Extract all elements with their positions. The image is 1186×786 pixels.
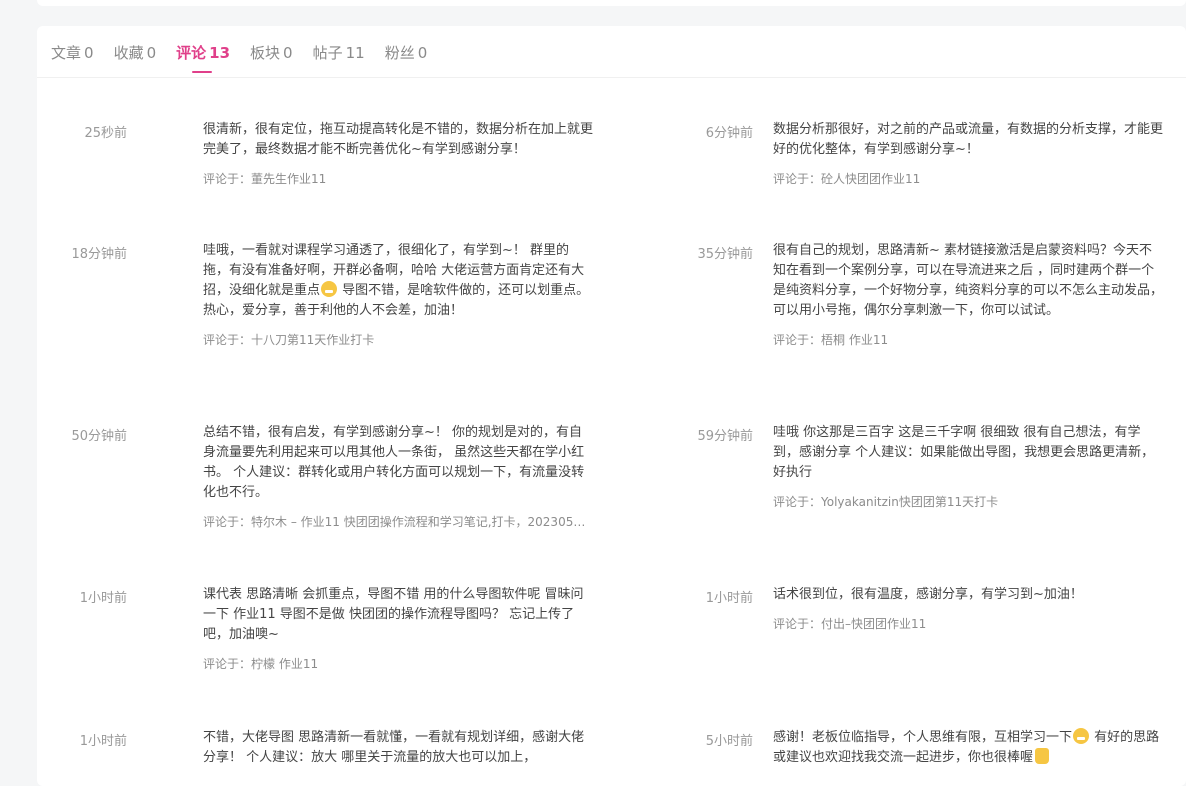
tab-count: 0 bbox=[84, 44, 94, 62]
comment-body: 很清新，很有定位，拖互动提高转化是不错的，数据分析在加上就更完美了，最终数据才能… bbox=[203, 120, 593, 187]
comment-body: 感谢！老板位临指导，个人思维有限，互相学习一下 有好的思路或建议也欢迎找我交流一… bbox=[773, 728, 1163, 768]
comment-target-link[interactable]: 评论于：特尔木 – 作业11 快团团操作流程和学习笔记,打卡，202305… bbox=[203, 513, 588, 530]
tab-comments[interactable]: 评论 13 bbox=[176, 42, 230, 73]
tab-count: 11 bbox=[345, 44, 365, 62]
tab-label: 粉丝 bbox=[384, 44, 415, 62]
comment-text: 很清新，很有定位，拖互动提高转化是不错的，数据分析在加上就更完美了，最终数据才能… bbox=[203, 122, 594, 157]
tab-fans[interactable]: 粉丝 0 bbox=[385, 42, 428, 73]
comment-text: 不错，大佬导图 思路清新一看就懂，一看就有规划详细，感谢大佬分享！ 个人建议：放… bbox=[203, 730, 585, 765]
comment-target-link[interactable]: 评论于：十八刀第11天作业打卡 bbox=[203, 331, 588, 348]
comment-text: 总结不错，很有启发，有学到感谢分享~！ 你的规划是对的，有自身流量要先利用起来可… bbox=[203, 425, 585, 500]
comment-body: 很有自己的规划，思路清新~ 素材链接激活是启蒙资料吗？今天不知在看到一个案例分享… bbox=[773, 241, 1163, 348]
comment-text: 哇哦 你这那是三百字 这是三千字啊 很细致 很有自己想法，有学到，感谢分享 个人… bbox=[773, 425, 1155, 480]
tab-count: 0 bbox=[146, 44, 157, 62]
comment-time: 25秒前 bbox=[84, 126, 127, 141]
comment-time: 59分钟前 bbox=[697, 429, 753, 444]
grin-emoji-icon bbox=[321, 281, 338, 297]
tabs-divider bbox=[37, 77, 1186, 78]
comment-body: 总结不错，很有启发，有学到感谢分享~！ 你的规划是对的，有自身流量要先利用起来可… bbox=[203, 423, 593, 530]
tab-count: 13 bbox=[209, 44, 231, 62]
tab-label: 板块 bbox=[250, 44, 281, 62]
tab-label: 收藏 bbox=[113, 44, 144, 62]
tab-favorites[interactable]: 收藏 0 bbox=[114, 42, 157, 73]
comment-time: 35分钟前 bbox=[697, 247, 753, 262]
thumbs-up-icon bbox=[1035, 748, 1050, 764]
comment-target-link[interactable]: 评论于：Yolyakanitzin快团团第11天打卡 bbox=[773, 493, 1158, 510]
comment-text-part: 感谢！老板位临指导，个人思维有限，互相学习一下 bbox=[773, 730, 1073, 745]
comment-time: 50分钟前 bbox=[71, 429, 127, 444]
comment-body: 话术很到位，很有温度，感谢分享，有学习到~加油！ 评论于：付出–快团团作业11 bbox=[773, 585, 1163, 632]
comment-time: 1小时前 bbox=[79, 734, 127, 749]
profile-tabs: 文章 0 收藏 0 评论 13 板块 0 帖子 11 粉丝 0 bbox=[51, 42, 447, 73]
tab-boards[interactable]: 板块 0 bbox=[250, 42, 293, 73]
comment-text: 感谢！老板位临指导，个人思维有限，互相学习一下 有好的思路或建议也欢迎找我交流一… bbox=[773, 728, 1163, 768]
comment-time: 5小时前 bbox=[705, 734, 753, 749]
comment-target-link[interactable]: 评论于：董先生作业11 bbox=[203, 170, 588, 187]
comment-text: 话术很到位，很有温度，感谢分享，有学习到~加油！ bbox=[773, 587, 1083, 602]
comment-text: 课代表 思路清晰 会抓重点，导图不错 用的什么导图软件呢 冒昧问一下 作业11 … bbox=[203, 587, 584, 642]
tab-posts[interactable]: 帖子 11 bbox=[313, 42, 365, 73]
content-card: 文章 0 收藏 0 评论 13 板块 0 帖子 11 粉丝 0 25秒前 很清新，很有定位，… bbox=[37, 26, 1186, 786]
comment-body: 课代表 思路清晰 会抓重点，导图不错 用的什么导图软件呢 冒昧问一下 作业11 … bbox=[203, 585, 593, 672]
blush-emoji-icon bbox=[1073, 728, 1090, 744]
profile-header-card bbox=[37, 0, 1186, 6]
tab-label: 文章 bbox=[51, 44, 82, 62]
comment-target-link[interactable]: 评论于：付出–快团团作业11 bbox=[773, 615, 1158, 632]
tab-articles[interactable]: 文章 0 bbox=[51, 42, 94, 73]
comment-text: 很有自己的规划，思路清新~ 素材链接激活是启蒙资料吗？今天不知在看到一个案例分享… bbox=[773, 243, 1164, 318]
comment-time: 6分钟前 bbox=[705, 126, 753, 141]
tab-label: 帖子 bbox=[312, 44, 343, 62]
tab-count: 0 bbox=[283, 44, 293, 62]
comment-text: 数据分析那很好，对之前的产品或流量，有数据的分析支撑，才能更好的优化整体，有学到… bbox=[773, 122, 1164, 157]
comment-time: 1小时前 bbox=[705, 591, 753, 606]
comment-time: 1小时前 bbox=[79, 591, 127, 606]
comment-text: 哇哦，一看就对课程学习通透了，很细化了，有学到~！ 群里的拖，有没有准备好啊，开… bbox=[203, 241, 593, 321]
tab-label: 评论 bbox=[176, 44, 207, 62]
comment-body: 哇哦 你这那是三百字 这是三千字啊 很细致 很有自己想法，有学到，感谢分享 个人… bbox=[773, 423, 1163, 510]
comment-body: 不错，大佬导图 思路清新一看就懂，一看就有规划详细，感谢大佬分享！ 个人建议：放… bbox=[203, 728, 593, 768]
comment-body: 数据分析那很好，对之前的产品或流量，有数据的分析支撑，才能更好的优化整体，有学到… bbox=[773, 120, 1163, 187]
comment-body: 哇哦，一看就对课程学习通透了，很细化了，有学到~！ 群里的拖，有没有准备好啊，开… bbox=[203, 241, 593, 348]
comment-target-link[interactable]: 评论于：砼人快团团作业11 bbox=[773, 170, 1158, 187]
comment-target-link[interactable]: 评论于：柠檬 作业11 bbox=[203, 655, 588, 672]
comment-time: 18分钟前 bbox=[71, 247, 127, 262]
comment-target-link[interactable]: 评论于：梧桐 作业11 bbox=[773, 331, 1158, 348]
tab-count: 0 bbox=[417, 44, 428, 62]
